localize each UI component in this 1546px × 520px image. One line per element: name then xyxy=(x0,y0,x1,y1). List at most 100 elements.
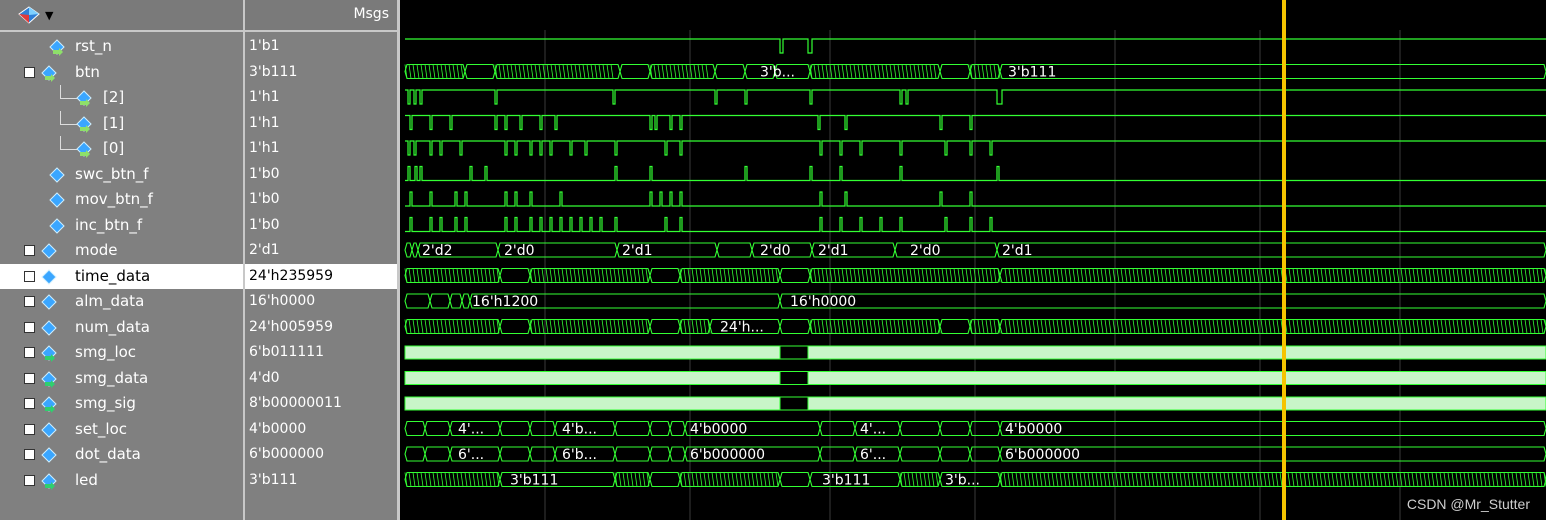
btn-wave-hash xyxy=(602,64,606,79)
time-data-wave-hash xyxy=(1412,268,1416,283)
signal-row-btn[interactable]: btn xyxy=(0,60,243,85)
value-row-dot_data[interactable]: 6'b000000 xyxy=(245,442,397,467)
value-row-time_data[interactable]: 24'h235959 xyxy=(245,263,397,289)
expand-icon[interactable] xyxy=(24,372,35,384)
btn-wave-hash xyxy=(661,64,665,79)
signal-row-smg_sig[interactable]: smg_sig xyxy=(0,391,243,416)
btn-wave-hash xyxy=(582,64,586,79)
time-data-wave-hash xyxy=(813,268,817,283)
value-row-mode[interactable]: 2'd1 xyxy=(245,238,397,263)
led-wave-hash xyxy=(1207,472,1211,487)
waveform-canvas[interactable]: 3'b... 3'b111 2'd2 2'd0 2'd1 2'd0 2'd1 2'd0 2'd1… xyxy=(400,0,1546,520)
signal-row-smg_loc[interactable]: smg_loc xyxy=(0,340,243,365)
signal-row-alm_data[interactable]: alm_data xyxy=(0,289,243,314)
value-row-smg_loc[interactable]: 6'b011111 xyxy=(245,340,397,365)
time-data-wave-hash xyxy=(881,268,885,283)
num-data-wave-hash xyxy=(1324,319,1328,334)
signal-row-mode[interactable]: mode xyxy=(0,238,243,263)
expand-icon[interactable] xyxy=(24,449,35,460)
num-data-wave-hash xyxy=(1308,319,1312,334)
signal-row-led[interactable]: led xyxy=(0,468,243,493)
wave-tool-icon[interactable] xyxy=(18,6,40,24)
num-data-wave-hash xyxy=(1208,319,1212,334)
time-data-wave-hash xyxy=(1132,268,1136,283)
signal-row-time_data[interactable]: time_data xyxy=(0,263,243,289)
signal-row-set_loc[interactable]: set_loc xyxy=(0,417,243,442)
signal-row-inc_btn_f[interactable]: inc_btn_f xyxy=(0,213,243,238)
value-row-num_data[interactable]: 24'h005959 xyxy=(245,315,397,340)
btn-wave-hash xyxy=(570,64,574,79)
led-wave-hash xyxy=(755,472,759,487)
led-wave-hash xyxy=(1507,472,1511,487)
num-data-wave-hash xyxy=(913,319,917,334)
num-data-wave-hash xyxy=(617,319,621,334)
time-data-wave-hash xyxy=(945,268,949,283)
time-data-wave-hash xyxy=(1520,268,1524,283)
chevron-down-icon[interactable]: ▼ xyxy=(45,9,53,22)
signal-row-btn1[interactable]: [1] xyxy=(0,110,243,136)
num-data-wave-hash xyxy=(1468,319,1472,334)
expand-icon[interactable] xyxy=(24,398,35,409)
value-row-alm_data[interactable]: 16'h0000 xyxy=(245,289,397,314)
expand-icon[interactable] xyxy=(24,245,35,256)
btn-wave-hash xyxy=(420,64,424,79)
signal-row-rst_n[interactable]: rst_n xyxy=(0,34,243,59)
value-row-btn0[interactable]: 1'h1 xyxy=(245,136,397,161)
led-wave-hash xyxy=(1131,472,1135,487)
time-data-wave-hash xyxy=(1244,268,1248,283)
led-wave-hash xyxy=(1231,472,1235,487)
dot-data-label: 6'b000000 xyxy=(1005,447,1080,463)
value-row-btn1[interactable]: 1'h1 xyxy=(245,111,397,136)
time-data-wave-hash xyxy=(1504,268,1508,283)
value-row-btn2[interactable]: 1'h1 xyxy=(245,85,397,110)
expand-icon[interactable] xyxy=(24,474,35,486)
bus-out-icon xyxy=(40,370,58,388)
num-data-wave-hash xyxy=(703,319,707,334)
signal-row-num_data[interactable]: num_data xyxy=(0,315,243,340)
waveform-pane[interactable]: 3'b... 3'b111 2'd2 2'd0 2'd1 2'd0 2'd1 2'd0 2'd1… xyxy=(400,0,1546,520)
value-row-smg_sig[interactable]: 8'b00000011 xyxy=(245,391,397,416)
value-row-rst_n[interactable]: 1'b1 xyxy=(245,34,397,59)
signal-row-btn2[interactable]: [2] xyxy=(0,85,243,110)
value-row-inc_btn_f[interactable]: 1'b0 xyxy=(245,213,397,238)
expand-icon[interactable] xyxy=(24,347,35,358)
btn-wave-hash xyxy=(566,64,570,79)
led-wave-hash xyxy=(711,472,715,487)
expand-icon[interactable] xyxy=(24,296,35,307)
value-row-smg_data[interactable]: 4'd0 xyxy=(245,366,397,391)
num-data-wave-hash xyxy=(1136,319,1140,334)
num-data-wave-hash xyxy=(1372,319,1376,334)
time-data-wave-hash xyxy=(1016,268,1020,283)
time-data-wave-hash xyxy=(569,268,573,283)
smg-data-gap xyxy=(779,371,809,385)
value-row-swc_btn_f[interactable]: 1'b0 xyxy=(245,162,397,187)
num-data-wave-hash xyxy=(448,319,452,334)
expand-icon[interactable] xyxy=(24,270,35,282)
signal-row-dot_data[interactable]: dot_data xyxy=(0,442,243,467)
expand-icon[interactable] xyxy=(24,423,35,435)
time-data-wave-hash xyxy=(841,268,845,283)
signal-row-mov_btn_f[interactable]: mov_btn_f xyxy=(0,187,243,212)
num-data-wave-hash xyxy=(1516,319,1520,334)
num-data-wave-hash xyxy=(1100,319,1104,334)
num-data-wave-hash xyxy=(637,319,641,334)
expand-icon[interactable] xyxy=(24,321,35,333)
led-wave-hash xyxy=(1427,472,1431,487)
collapse-icon[interactable] xyxy=(24,66,35,78)
time-cursor[interactable] xyxy=(1282,0,1286,520)
num-data-wave-hash xyxy=(889,319,893,334)
value-row-led[interactable]: 3'b111 xyxy=(245,468,397,493)
value-row-btn[interactable]: 3'b111 xyxy=(245,60,397,85)
time-data-wave-hash xyxy=(1120,268,1124,283)
btn-wave-hash xyxy=(837,64,841,79)
led-wave-hash xyxy=(719,472,723,487)
signal-row-swc_btn_f[interactable]: swc_btn_f xyxy=(0,162,243,187)
time-data-wave-hash xyxy=(1416,268,1420,283)
signal-row-btn0[interactable]: [0] xyxy=(0,136,243,161)
num-data-wave-hash xyxy=(1072,319,1076,334)
value-row-mov_btn_f[interactable]: 1'b0 xyxy=(245,187,397,212)
value-row-set_loc[interactable]: 4'b0000 xyxy=(245,417,397,442)
signal-value: 6'b000000 xyxy=(249,446,325,462)
time-data-wave-hash xyxy=(949,268,953,283)
signal-row-smg_data[interactable]: smg_data xyxy=(0,366,243,391)
